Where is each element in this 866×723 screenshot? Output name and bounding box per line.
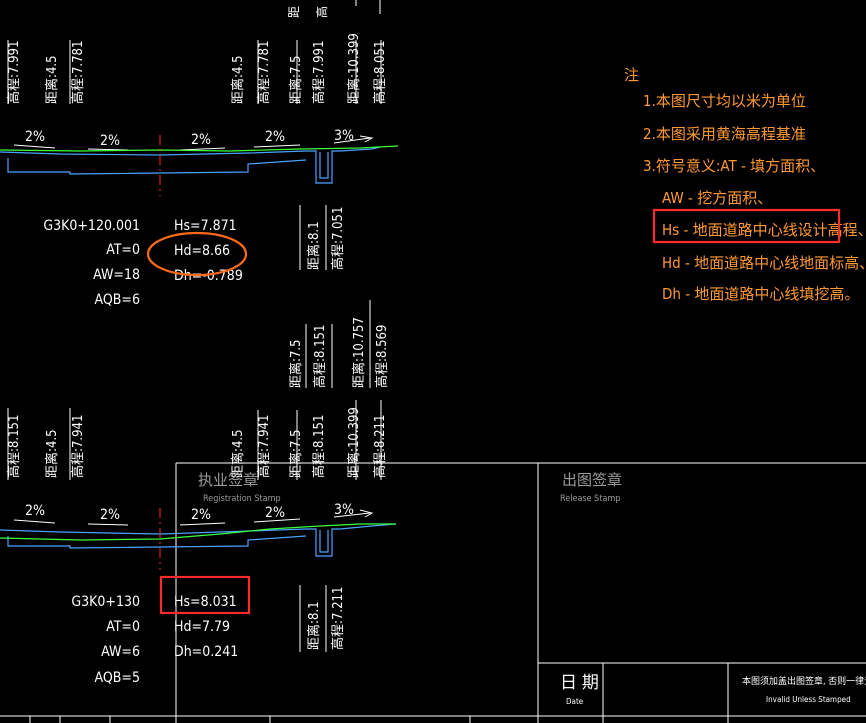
grade-label: 2% — [25, 129, 45, 145]
dim-label: 高程:7.941 — [70, 415, 86, 478]
grade-label: 2% — [100, 507, 120, 523]
notes-heading: 注 — [624, 66, 639, 84]
note-line: Dh - 地面道路中心线填挖高。 — [662, 285, 859, 303]
dim-label: 距离:10.399 — [346, 407, 362, 478]
dim-label: 高程:7.991 — [6, 41, 22, 104]
date-label: 日 期 — [560, 673, 599, 693]
section1-values: G3K0+120.001 AT=0 AW=18 AQB=6 Hs=7.871 H… — [43, 205, 346, 308]
cross-section-drawing: 距 高 高程:7.991 距离:4.5 高程:7.781 距离:4.5 高程:7… — [0, 0, 866, 723]
invalid-unless-stamped-cn: 本图须加盖出图签章, 否则一律无 — [742, 675, 866, 687]
section2-road-profile: 2% 2% 2% 2% 3% — [0, 502, 397, 570]
note-line: Hs - 地面道路中心线设计高程、 — [662, 221, 866, 239]
grade-label: 2% — [100, 133, 120, 149]
registration-stamp-label: 执业签章 — [198, 471, 258, 489]
registration-stamp-en: Registration Stamp — [203, 494, 281, 504]
dim-label: 高程:8.151 — [6, 415, 22, 478]
release-stamp-en: Release Stamp — [560, 494, 620, 504]
grade-label: 2% — [265, 505, 285, 521]
dim-label: 距离:7.5 — [288, 339, 304, 388]
dim-label: 高程:8.151 — [312, 325, 328, 388]
grade-label: 2% — [191, 132, 211, 148]
notes-block: 注 1.本图尺寸均以米为单位 2.本图采用黄海高程基准 3.符号意义:AT - … — [624, 66, 866, 303]
dim-label: 距离:8.1 — [306, 601, 322, 650]
dim-label: 距离:4.5 — [44, 55, 60, 104]
station-label: G3K0+130 — [71, 594, 140, 610]
dim-label: 距离:7.5 — [288, 429, 304, 478]
dim-label: 高程:7.941 — [256, 415, 272, 478]
grade-label: 2% — [265, 129, 285, 145]
note-line: 2.本图采用黄海高程基准 — [643, 125, 806, 143]
date-en: Date — [566, 697, 584, 706]
note-line: AW - 挖方面积、 — [662, 189, 772, 207]
top-cut-labels: 距 高 — [287, 6, 329, 18]
at-value: AT=0 — [106, 242, 140, 258]
dim-label: 高程:8.569 — [374, 325, 390, 388]
hd-value: Hd=8.66 — [174, 243, 230, 259]
dim-label: 距离:4.5 — [44, 429, 60, 478]
section1-dimension-labels: 高程:7.991 距离:4.5 高程:7.781 距离:4.5 高程:7.781… — [6, 33, 388, 104]
grade-label: 2% — [25, 503, 45, 519]
dim-label: 高程:7.991 — [311, 41, 327, 104]
section2-values: G3K0+130 AT=0 AW=6 AQB=5 Hs=8.031 Hd=7.7… — [71, 585, 346, 686]
title-block-texts: 执业签章 Registration Stamp 出图签章 Release Sta… — [198, 471, 866, 706]
dim-label: 高程:8.151 — [311, 415, 327, 478]
dim-label: 距离:10.757 — [351, 317, 367, 388]
dim-label: 高程:8.211 — [372, 415, 388, 478]
dh-value: Dh=-0.789 — [174, 268, 243, 284]
dim-label: 高程:7.781 — [70, 41, 86, 104]
dim-label: 距离:10.399 — [346, 33, 362, 104]
section2-dimension-labels: 高程:8.151 距离:4.5 高程:7.941 距离:4.5 高程:7.941… — [6, 400, 388, 480]
note-line: 3.符号意义:AT - 填方面积、 — [643, 157, 825, 175]
hs-value: Hs=7.871 — [174, 218, 237, 234]
dim-label: 距离:7.5 — [288, 55, 304, 104]
at-value: AT=0 — [106, 619, 140, 635]
dim-label: 高程:7.781 — [256, 41, 272, 104]
aw-value: AW=18 — [93, 267, 140, 283]
section2-top-dimension-labels: 距离:7.5 高程:8.151 距离:10.757 高程:8.569 — [288, 300, 390, 388]
dh-value: Dh=0.241 — [174, 644, 238, 660]
dim-label: 高程:8.051 — [372, 41, 388, 104]
dim-label: 距离:4.5 — [230, 55, 246, 104]
note-line: 1.本图尺寸均以米为单位 — [643, 92, 806, 110]
cut-label: 高 — [314, 6, 329, 18]
hs-value: Hs=8.031 — [174, 594, 237, 610]
cut-label: 距 — [287, 6, 301, 18]
release-stamp-label: 出图签章 — [562, 471, 622, 489]
section1-road-profile: 2% 2% 2% 2% 3% — [0, 128, 399, 196]
note-line: Hd - 地面道路中心线地面标高、 — [662, 254, 866, 272]
grade-label: 2% — [191, 507, 211, 523]
aqb-value: AQB=6 — [95, 292, 141, 308]
invalid-unless-stamped-en: Invalid Unless Stamped — [766, 695, 851, 704]
dim-label: 高程:7.051 — [330, 207, 346, 270]
station-label: G3K0+120.001 — [43, 218, 140, 234]
dim-label: 距离:8.1 — [306, 221, 322, 270]
aqb-value: AQB=5 — [95, 670, 141, 686]
dim-label: 高程:7.211 — [330, 587, 346, 650]
aw-value: AW=6 — [101, 644, 140, 660]
hd-value: Hd=7.79 — [174, 619, 230, 635]
